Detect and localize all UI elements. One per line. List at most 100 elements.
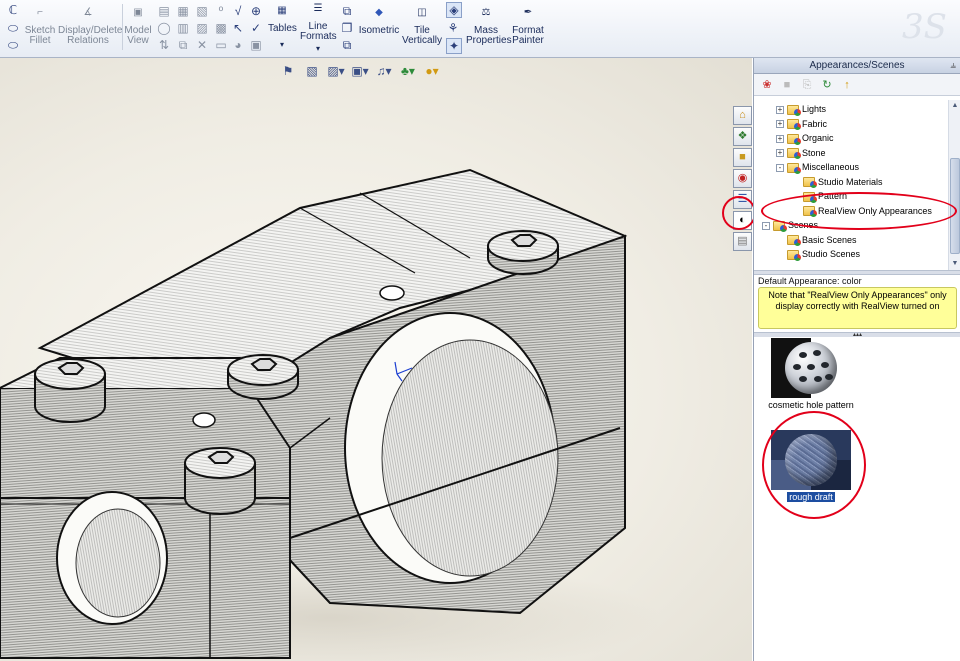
appearance-folder-icon (787, 249, 801, 261)
line-formats-button[interactable]: ☰ Line Formats ▾ (300, 4, 337, 54)
up-one-level-icon[interactable]: ↑ (840, 78, 854, 92)
rough-draft-thumbnail (771, 430, 851, 490)
projected-view-icon[interactable]: ▤ (157, 4, 171, 18)
geometric-tolerance-icon[interactable]: ▭ (214, 38, 228, 52)
view-palette-icon[interactable]: ☰ (733, 190, 752, 209)
swatch-splitter[interactable]: ▴▴▴ (754, 332, 960, 338)
home-icon[interactable]: ⌂ (733, 106, 752, 125)
appearance-folder-icon (787, 148, 801, 160)
isometric-icon: ◆ (375, 7, 383, 18)
circle-view-icon[interactable]: ◯ (157, 21, 171, 35)
pillow-block-model[interactable] (0, 58, 752, 661)
tree-item[interactable]: - Miscellaneous (776, 160, 859, 174)
appearance-folder-icon (803, 177, 817, 189)
task-pane-tabs: ⌂ ❖ ■ ◉ ☰ ◐ ▤ (733, 106, 753, 253)
appearances-icon[interactable]: ❀ (760, 78, 774, 92)
area-hatch-icon[interactable]: ▣ (249, 38, 263, 52)
sketch-fillet-icon: ⌐ (37, 7, 43, 18)
view-cube-icon[interactable]: ⧉ (340, 4, 354, 18)
tables-button[interactable]: ▦ Tables ▾ (268, 6, 297, 50)
tree-item[interactable]: RealView Only Appearances (792, 204, 932, 218)
mass-properties-button[interactable]: ⚖ Mass Properties (466, 8, 512, 46)
expand-icon[interactable]: + (776, 149, 784, 158)
trimetric-icon[interactable]: ⧉ (340, 38, 354, 52)
tree-item[interactable]: Basic Scenes (776, 233, 857, 247)
block-icon[interactable]: ◕ (231, 38, 245, 52)
resources-icon[interactable]: ❖ (733, 127, 752, 146)
file-explorer-icon[interactable]: ◉ (733, 169, 752, 188)
collapse-icon[interactable]: - (776, 163, 784, 172)
broken-view-icon[interactable]: ▨ (195, 21, 209, 35)
slot-tool-icon[interactable]: ⬭ (6, 38, 20, 52)
tree-scrollbar[interactable]: ▲ ▼ (948, 100, 960, 270)
section-view-icon[interactable]: ▧ (195, 4, 209, 18)
refresh-icon[interactable]: ↻ (820, 78, 834, 92)
tree-item-label: Basic Scenes (802, 234, 857, 245)
model-view-button[interactable]: ▣ Model View (124, 8, 152, 46)
pane-toolbar: ❀ ■ ⎘ ↻ ↑ (754, 74, 960, 96)
appearance-folder-icon (787, 104, 801, 116)
tree-item[interactable]: - Scenes (762, 218, 818, 232)
center-mark-icon[interactable]: ⊕ (249, 4, 263, 18)
tree-item[interactable]: Studio Materials (792, 175, 883, 189)
tree-item[interactable]: Studio Scenes (776, 247, 860, 261)
swatch-cosmetic-hole-pattern[interactable]: cosmetic hole pattern (766, 338, 856, 410)
tree-item-label: Lights (802, 104, 827, 114)
copy-icon[interactable]: ⎘ (800, 78, 814, 92)
tree-item-label: Stone (802, 147, 826, 158)
tree-item-label: Studio Materials (818, 176, 883, 187)
balloon-icon[interactable]: ⇅ (157, 38, 171, 52)
rotate-view-icon[interactable]: ❐ (340, 21, 354, 35)
collapse-icon[interactable]: - (762, 221, 770, 230)
tile-vertically-label: Tile Vertically (402, 25, 443, 46)
tile-vertically-button[interactable]: ◫ Tile Vertically (402, 8, 442, 46)
auxiliary-view-icon[interactable]: ▦ (176, 4, 190, 18)
pane-splitter[interactable] (754, 270, 960, 275)
tree-item[interactable]: + Organic (776, 131, 834, 145)
tree-item[interactable]: Pattern (792, 189, 847, 203)
graphics-area[interactable]: ⚑ ▧ ▨▾ ▣▾ ♫▾ ♣▾ ●▾ (0, 58, 752, 661)
detail-view-icon[interactable]: ▥ (176, 21, 190, 35)
add-folder-icon[interactable]: ■ (780, 78, 794, 92)
tree-item[interactable]: + Lights (776, 102, 826, 116)
shadows-icon[interactable]: ⚘ (446, 21, 460, 35)
check-icon[interactable]: √ (231, 4, 245, 18)
custom-properties-icon[interactable]: ▤ (733, 232, 752, 251)
display-delete-relations-button[interactable]: ∡ Display/Delete Relations (58, 8, 122, 46)
swatch-label: cosmetic hole pattern (768, 400, 854, 410)
isometric-label: Isometric (358, 25, 400, 36)
tree-item[interactable]: + Stone (776, 146, 826, 160)
appearance-folder-icon (803, 191, 817, 203)
tree-item[interactable]: + Fabric (776, 117, 827, 131)
appearance-folder-icon (773, 220, 787, 232)
appearance-editor-icon[interactable]: ✦ (446, 38, 462, 54)
scroll-up-icon[interactable]: ▲ (949, 100, 960, 112)
weld-symbol-icon[interactable]: ↖ (231, 21, 245, 35)
tree-item-label: Scenes (788, 220, 819, 230)
smart-dimension-icon[interactable]: ℂ (6, 3, 20, 17)
tree-item-label: Studio Scenes (802, 249, 861, 259)
scroll-down-icon[interactable]: ▼ (949, 258, 960, 270)
expand-icon[interactable]: + (776, 134, 784, 143)
surface-finish-icon[interactable]: ✓ (249, 21, 263, 35)
note-icon[interactable]: º (214, 4, 228, 18)
datum-icon[interactable]: ⧉ (176, 38, 190, 52)
realview-graphics-icon[interactable]: ◈ (446, 2, 462, 18)
appearances-scenes-tab-icon[interactable]: ◐ (733, 211, 752, 230)
format-painter-icon: ✒ (523, 7, 533, 18)
expand-icon[interactable]: + (776, 105, 784, 114)
crop-view-icon[interactable]: ✕ (195, 38, 209, 52)
swatch-rough-draft[interactable]: rough draft (766, 430, 856, 503)
slot-icon[interactable]: ⬭ (6, 21, 20, 35)
appearance-folder-icon (787, 235, 801, 247)
format-painter-button[interactable]: ✒ Format Painter (508, 8, 548, 46)
design-library-icon[interactable]: ■ (733, 148, 752, 167)
cosmetic-hole-pattern-thumbnail (771, 338, 851, 398)
scroll-thumb[interactable] (950, 158, 960, 254)
hatch-icon[interactable]: ▩ (214, 21, 228, 35)
svg-text:3S: 3S (902, 7, 947, 47)
sketch-fillet-button[interactable]: ⌐ Sketch Fillet (24, 8, 56, 46)
pin-icon[interactable]: ⫨ (950, 58, 956, 74)
expand-icon[interactable]: + (776, 120, 784, 129)
isometric-button[interactable]: ◆ Isometric (358, 8, 400, 36)
